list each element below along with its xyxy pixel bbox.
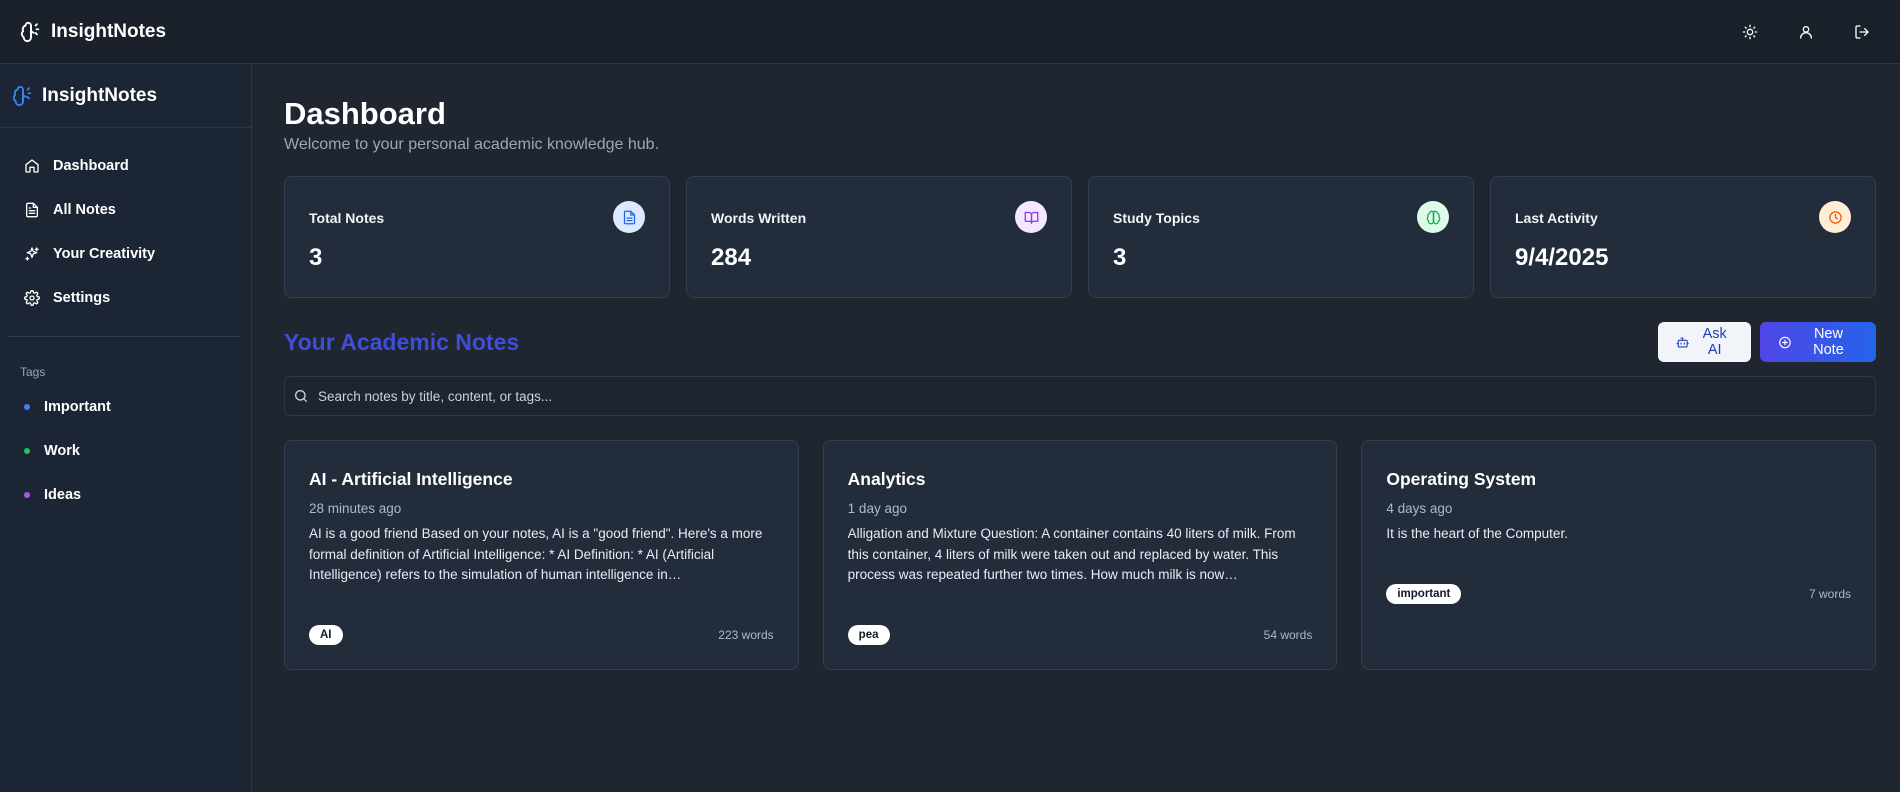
home-icon	[25, 159, 39, 173]
note-card[interactable]: Analytics 1 day ago Alligation and Mixtu…	[822, 440, 1338, 670]
note-word-count: 223 words	[718, 628, 774, 642]
app-name: InsightNotes	[51, 20, 167, 42]
stat-card-last-activity: Last Activity 9/4/2025	[1490, 176, 1876, 298]
sidebar: InsightNotes Dashboard All Notes Your Cr…	[0, 64, 252, 792]
note-time: 28 minutes ago	[309, 501, 402, 516]
ask-ai-label: Ask AI	[1702, 326, 1727, 358]
sidebar-tag-label: Ideas	[44, 487, 82, 503]
page-subtitle: Welcome to your personal academic knowle…	[284, 136, 660, 153]
stat-value: 3	[1113, 244, 1127, 271]
search-input[interactable]	[318, 388, 1818, 404]
stats-row: Total Notes 3 Words Written 284 Study To…	[284, 176, 1876, 298]
sidebar-item-settings[interactable]: Settings	[0, 276, 251, 320]
sidebar-tag-label: Important	[44, 399, 111, 415]
sidebar-tag-ideas[interactable]: Ideas	[0, 473, 251, 517]
stat-card-study-topics: Study Topics 3	[1088, 176, 1474, 298]
note-preview: Alligation and Mixture Question: A conta…	[847, 526, 1296, 582]
tag-dot-icon	[24, 404, 30, 410]
note-card[interactable]: AI - Artificial Intelligence 28 minutes …	[284, 440, 799, 670]
stat-card-total-notes: Total Notes 3	[284, 176, 670, 298]
main-content: Dashboard Welcome to your personal acade…	[284, 64, 1877, 670]
logout-icon	[1855, 24, 1869, 39]
note-time: 4 days ago	[1386, 501, 1453, 516]
stat-card-words-written: Words Written 284	[686, 176, 1072, 298]
plus-circle-icon	[1779, 336, 1791, 348]
note-tag[interactable]: important	[1386, 584, 1462, 604]
sidebar-brand[interactable]: InsightNotes	[0, 64, 251, 128]
note-title: Analytics	[847, 469, 926, 489]
stat-value: 3	[309, 244, 323, 271]
book-open-icon	[1015, 201, 1047, 233]
tag-dot-icon	[24, 448, 30, 454]
clock-icon	[1819, 201, 1851, 233]
ask-ai-button[interactable]: Ask AI	[1658, 322, 1751, 362]
gear-icon	[24, 290, 40, 306]
sidebar-tag-work[interactable]: Work	[0, 429, 251, 473]
note-word-count: 54 words	[1263, 628, 1313, 642]
note-time: 1 day ago	[847, 501, 907, 516]
note-tag[interactable]: pea	[847, 625, 890, 645]
brain-icon	[12, 85, 32, 106]
app-logo[interactable]: InsightNotes	[20, 21, 166, 43]
notes-header: Your Academic Notes Ask AI New Note	[284, 322, 1876, 362]
sidebar-tag-label: Work	[44, 443, 80, 459]
sidebar-app-name: InsightNotes	[42, 84, 158, 106]
profile-button[interactable]	[1790, 16, 1822, 48]
sidebar-item-label: Dashboard	[53, 158, 129, 174]
search-bar	[284, 376, 1876, 416]
sidebar-nav: Dashboard All Notes Your Creativity Sett…	[0, 128, 251, 320]
tag-dot-icon	[24, 492, 30, 498]
file-text-icon	[26, 202, 38, 218]
bot-icon	[1676, 336, 1689, 348]
notes-grid: AI - Artificial Intelligence 28 minutes …	[284, 440, 1877, 670]
note-preview: It is the heart of the Computer.	[1386, 526, 1568, 541]
user-icon	[1800, 25, 1812, 39]
sidebar-item-label: All Notes	[53, 202, 116, 218]
note-preview: AI is a good friend Based on your notes,…	[309, 526, 763, 582]
sidebar-item-label: Your Creativity	[53, 246, 156, 262]
theme-toggle-button[interactable]	[1734, 16, 1766, 48]
note-card[interactable]: Operating System 4 days ago It is the he…	[1361, 440, 1877, 670]
stat-value: 9/4/2025	[1515, 244, 1609, 271]
brain-icon	[1417, 201, 1449, 233]
sun-icon	[1742, 24, 1758, 39]
new-note-button[interactable]: New Note	[1760, 322, 1876, 362]
stat-value: 284	[711, 244, 752, 271]
tags-heading: Tags	[20, 365, 46, 379]
brain-icon	[20, 21, 40, 42]
sidebar-item-label: Settings	[53, 290, 111, 306]
sparkles-icon	[25, 247, 39, 261]
sidebar-item-all-notes[interactable]: All Notes	[0, 188, 251, 232]
note-title: Operating System	[1386, 469, 1537, 489]
sidebar-item-dashboard[interactable]: Dashboard	[0, 144, 251, 188]
search-icon	[295, 390, 307, 402]
sidebar-item-your-creativity[interactable]: Your Creativity	[0, 232, 251, 276]
top-bar: InsightNotes	[0, 0, 1900, 64]
new-note-label: New Note	[1813, 326, 1844, 358]
note-tag[interactable]: AI	[309, 625, 343, 645]
note-word-count: 7 words	[1808, 587, 1852, 601]
logout-button[interactable]	[1846, 16, 1878, 48]
note-title: AI - Artificial Intelligence	[309, 469, 513, 489]
notes-section-title: Your Academic Notes	[284, 328, 520, 355]
page-title: Dashboard	[284, 96, 446, 131]
sidebar-tag-important[interactable]: Important	[0, 385, 251, 429]
file-text-icon	[613, 201, 645, 233]
sidebar-divider	[8, 336, 241, 337]
